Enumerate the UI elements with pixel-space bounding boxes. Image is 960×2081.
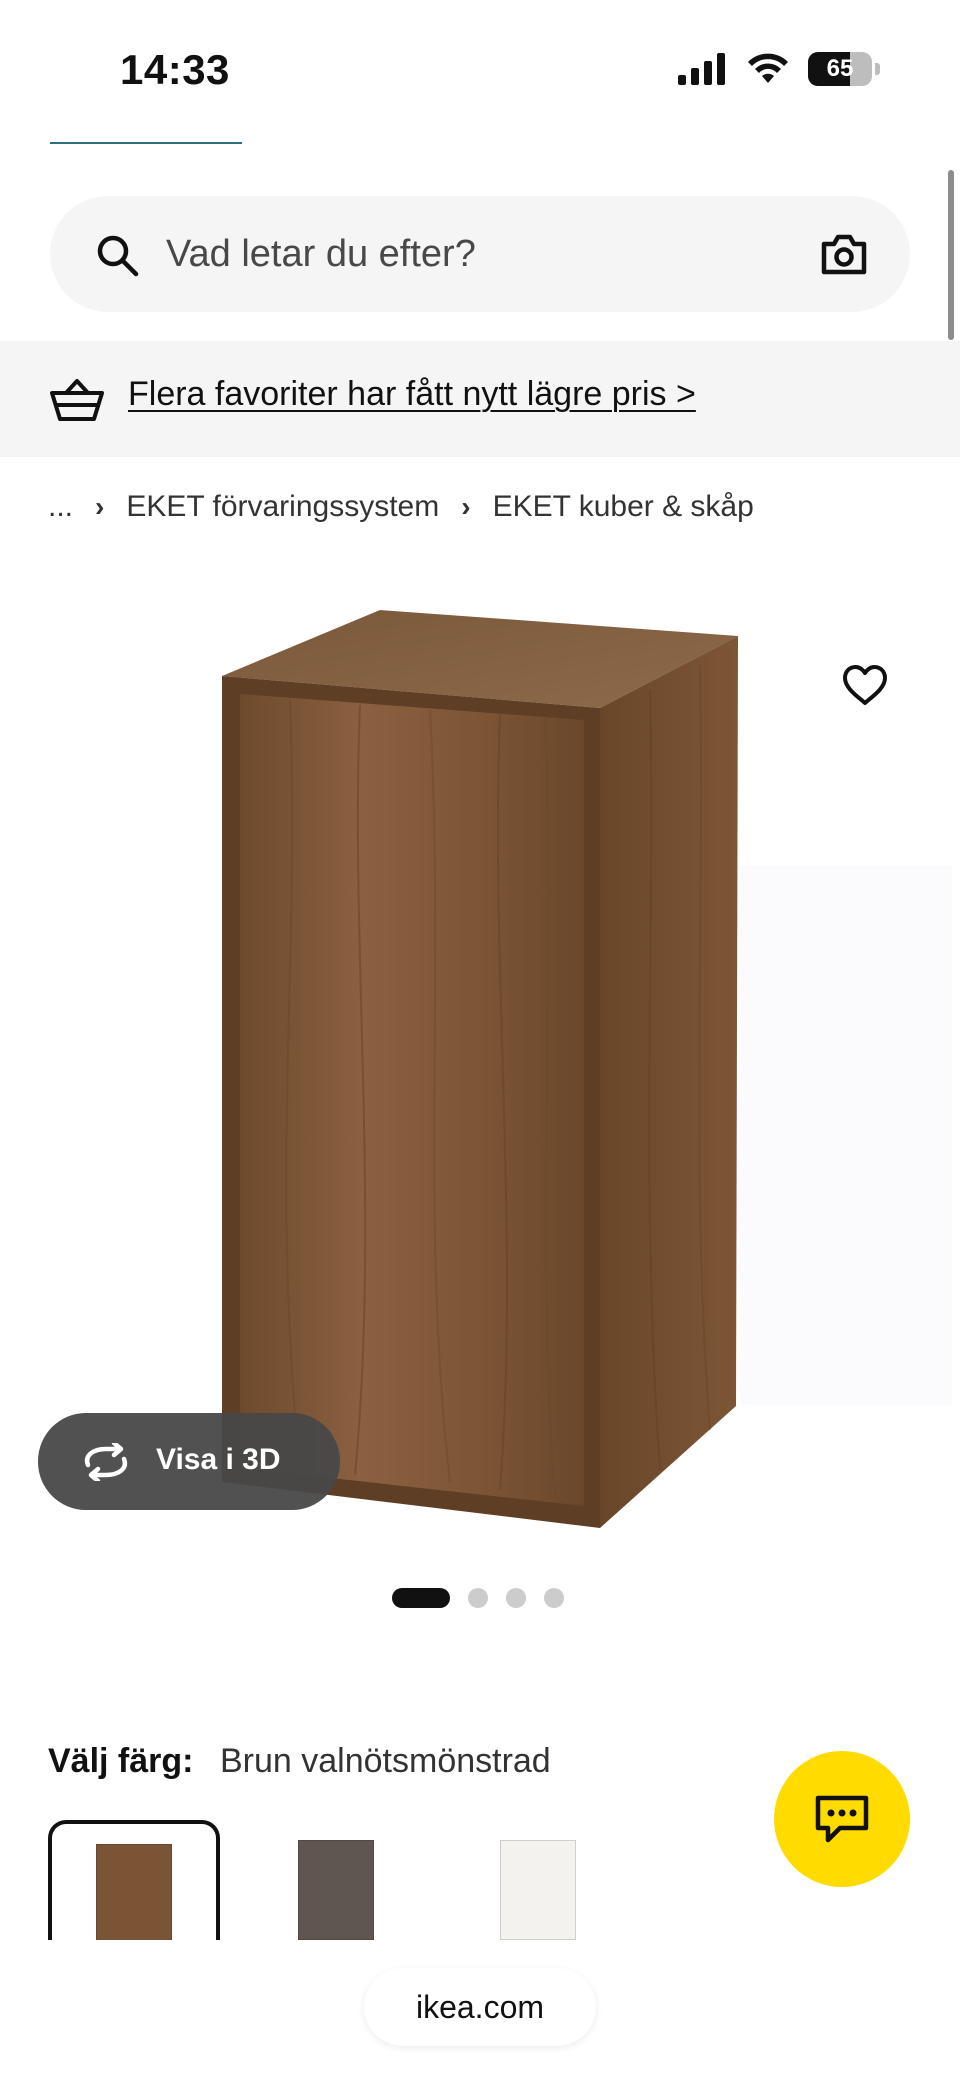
- color-swatch[interactable]: [452, 1820, 624, 1940]
- battery-icon: 65: [808, 52, 872, 86]
- swatch-cabinet-thumbnail: [298, 1840, 374, 1940]
- color-swatches: [48, 1820, 624, 1940]
- carousel-dot[interactable]: [544, 1588, 564, 1608]
- breadcrumb-item-eket-cubes[interactable]: EKET kuber & skåp: [493, 490, 754, 524]
- chat-button[interactable]: [774, 1751, 910, 1887]
- basket-icon: [50, 379, 104, 421]
- wifi-icon: [748, 53, 788, 83]
- carousel-dot[interactable]: [468, 1588, 488, 1608]
- view-3d-label: Visa i 3D: [156, 1443, 281, 1476]
- status-bar: 14:33 65: [0, 0, 960, 130]
- camera-icon[interactable]: [820, 232, 868, 276]
- signal-icon: [678, 53, 725, 85]
- breadcrumb-ellipsis[interactable]: ...: [48, 490, 73, 524]
- view-3d-button[interactable]: Visa i 3D: [38, 1413, 340, 1510]
- tab-underline: [50, 142, 242, 144]
- swatch-cabinet-thumbnail: [96, 1844, 172, 1940]
- search-input[interactable]: [166, 196, 806, 312]
- color-swatch[interactable]: [48, 1820, 220, 1940]
- promo-banner[interactable]: Flera favoriter har fått nytt lägre pris…: [0, 341, 960, 457]
- browser-url[interactable]: ikea.com: [364, 1968, 596, 2046]
- chevron-right-icon: ›: [461, 491, 471, 522]
- rotate-3d-icon: [84, 1443, 128, 1481]
- breadcrumb: ... › EKET förvaringssystem › EKET kuber…: [48, 490, 754, 524]
- promo-link[interactable]: Flera favoriter har fått nytt lägre pris…: [128, 375, 696, 414]
- status-time: 14:33: [120, 46, 230, 93]
- color-value: Brun valnötsmönstrad: [220, 1742, 551, 1780]
- breadcrumb-item-eket-system[interactable]: EKET förvaringssystem: [126, 490, 439, 524]
- heart-icon[interactable]: [842, 664, 888, 706]
- swatch-cabinet-thumbnail: [500, 1840, 576, 1940]
- chat-icon: [815, 1795, 869, 1843]
- search-icon[interactable]: [94, 232, 140, 278]
- product-image[interactable]: [0, 570, 960, 1550]
- carousel-indicator[interactable]: [392, 1588, 564, 1608]
- color-label: Välj färg:: [48, 1742, 194, 1780]
- battery-cap: [875, 63, 880, 75]
- color-swatch[interactable]: [250, 1820, 422, 1940]
- carousel-dot[interactable]: [506, 1588, 526, 1608]
- chevron-right-icon: ›: [95, 491, 105, 522]
- scrollbar[interactable]: [948, 170, 954, 340]
- search-bar[interactable]: [50, 196, 910, 312]
- battery-text: 65: [826, 55, 854, 82]
- status-icons: 65: [678, 52, 880, 86]
- carousel-dot[interactable]: [392, 1588, 450, 1608]
